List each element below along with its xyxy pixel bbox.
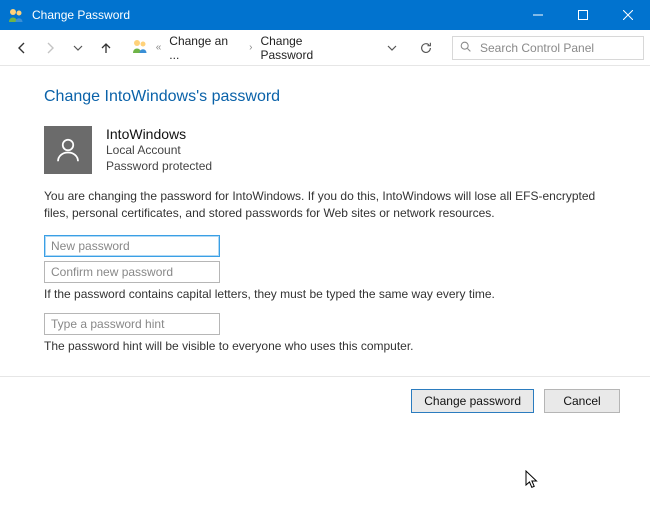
change-password-button[interactable]: Change password — [411, 389, 534, 413]
user-password-status: Password protected — [106, 158, 212, 174]
up-button[interactable] — [94, 36, 118, 60]
mouse-cursor-icon — [525, 470, 541, 493]
user-account-type: Local Account — [106, 142, 212, 158]
caps-helper-text: If the password contains capital letters… — [44, 287, 606, 301]
user-accounts-icon — [132, 38, 148, 57]
nav-toolbar: « Change an ... › Change Password — [0, 30, 650, 66]
breadcrumb-segment[interactable]: Change an ... — [169, 34, 241, 62]
search-input[interactable] — [478, 40, 637, 56]
chevron-left-icon: « — [154, 42, 164, 53]
recent-locations-dropdown[interactable] — [66, 36, 90, 60]
user-block: IntoWindows Local Account Password prote… — [44, 126, 606, 174]
user-accounts-icon — [8, 7, 24, 23]
breadcrumb[interactable]: « Change an ... › Change Password — [132, 34, 358, 62]
maximize-button[interactable] — [560, 0, 605, 30]
search-box[interactable] — [452, 36, 644, 60]
close-button[interactable] — [605, 0, 650, 30]
window-titlebar: Change Password — [0, 0, 650, 30]
user-name: IntoWindows — [106, 126, 212, 142]
back-button[interactable] — [10, 36, 34, 60]
password-hint-field[interactable] — [44, 313, 220, 335]
user-info: IntoWindows Local Account Password prote… — [106, 126, 212, 174]
chevron-right-icon: › — [247, 42, 254, 53]
minimize-button[interactable] — [515, 0, 560, 30]
confirm-password-field[interactable] — [44, 261, 220, 283]
breadcrumb-dropdown[interactable] — [382, 38, 402, 58]
new-password-field[interactable] — [44, 235, 220, 257]
avatar — [44, 126, 92, 174]
window-title: Change Password — [32, 8, 130, 22]
refresh-button[interactable] — [412, 36, 440, 60]
hint-helper-text: The password hint will be visible to eve… — [44, 339, 606, 353]
search-icon — [459, 40, 472, 56]
breadcrumb-segment[interactable]: Change Password — [260, 34, 358, 62]
footer-actions: Change password Cancel — [0, 376, 650, 413]
content-area: Change IntoWindows's password IntoWindow… — [0, 66, 650, 363]
page-title: Change IntoWindows's password — [44, 88, 606, 106]
explanation-text: You are changing the password for IntoWi… — [44, 188, 606, 220]
cancel-button[interactable]: Cancel — [544, 389, 620, 413]
forward-button[interactable] — [38, 36, 62, 60]
